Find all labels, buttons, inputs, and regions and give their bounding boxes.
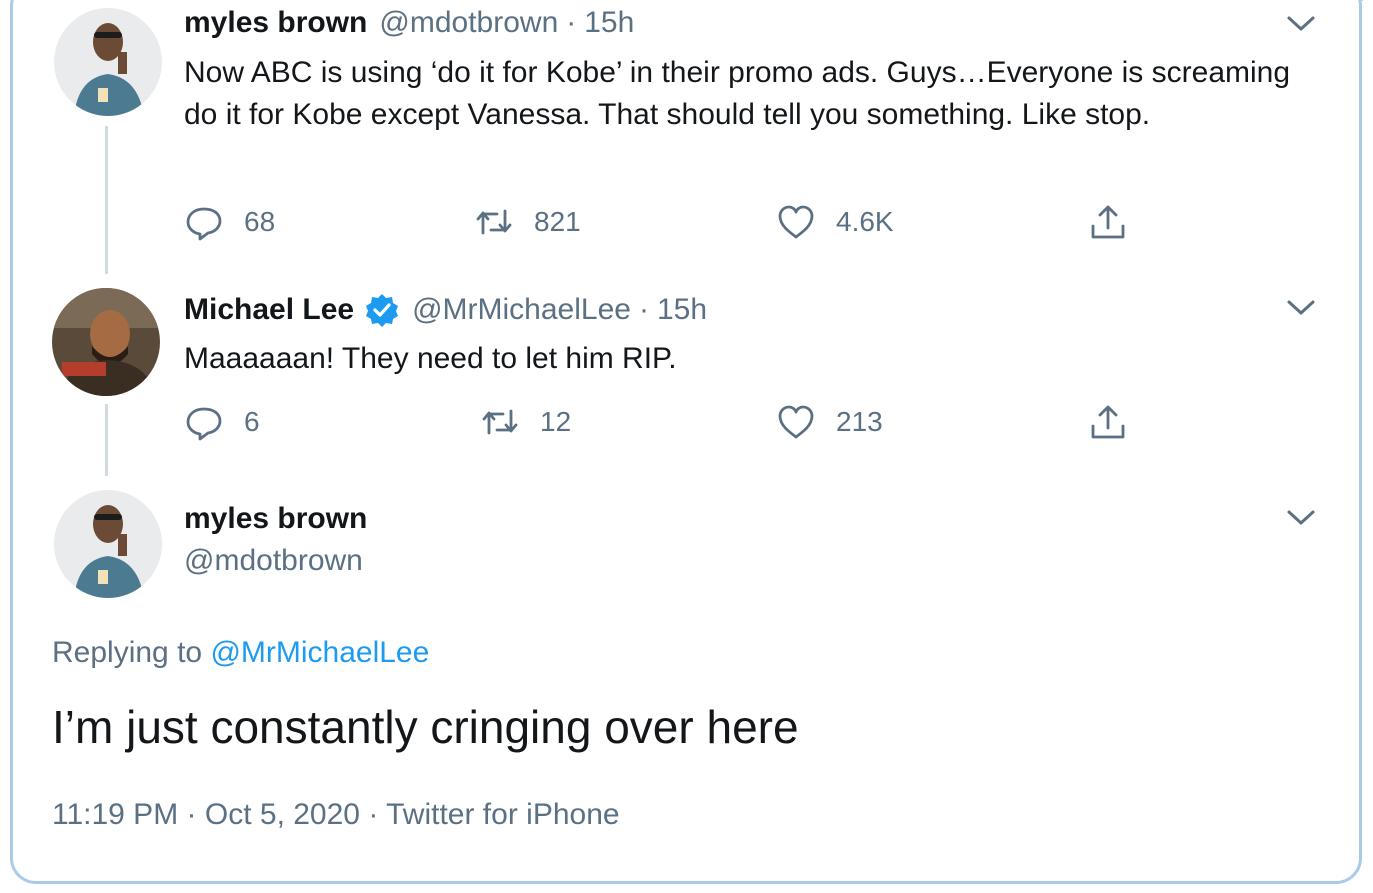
like-button[interactable]: 213 — [776, 402, 883, 442]
tweet-date[interactable]: Oct 5, 2020 — [205, 798, 360, 831]
tweet-time[interactable]: 11:19 PM — [52, 798, 178, 831]
retweet-button[interactable]: 821 — [474, 202, 581, 242]
share-icon — [1091, 205, 1125, 239]
retweet-icon — [476, 209, 512, 235]
main-tweet-author: myles brown — [184, 502, 367, 536]
tweet-source[interactable]: Twitter for iPhone — [386, 798, 619, 831]
retweet-count: 12 — [540, 406, 572, 437]
thread-connector — [105, 126, 108, 274]
share-button[interactable] — [1088, 402, 1128, 442]
chevron-down-icon[interactable] — [1284, 12, 1318, 36]
retweet-count: 821 — [534, 206, 581, 237]
tweet-header: Michael Lee @MrMichaelLee · 15h — [184, 292, 707, 328]
reply-icon — [186, 407, 222, 441]
tweet-actions: 68 821 4.6K — [184, 202, 1144, 242]
display-name[interactable]: myles brown — [184, 502, 367, 536]
verified-badge-icon — [366, 294, 399, 327]
replying-to-label: Replying to — [52, 636, 203, 669]
tweet-text: Maaaaaan! They need to let him RIP. — [184, 342, 677, 375]
share-icon — [1091, 405, 1125, 439]
reply-icon — [186, 207, 222, 241]
separator: · — [368, 798, 379, 831]
chevron-down-icon[interactable] — [1284, 506, 1318, 530]
thread-connector — [105, 404, 108, 476]
like-count: 4.6K — [836, 206, 894, 237]
retweet-button[interactable]: 12 — [480, 402, 571, 442]
user-handle[interactable]: @mdotbrown — [184, 544, 363, 578]
main-tweet-handle-row: @mdotbrown — [184, 544, 363, 578]
tweet-actions: 6 12 213 — [184, 402, 1144, 442]
like-count: 213 — [836, 406, 883, 437]
tweet-text: Now ABC is using ‘do it for Kobe’ in the… — [184, 56, 1291, 131]
like-button[interactable]: 4.6K — [776, 202, 894, 242]
reply-count: 6 — [244, 406, 260, 437]
reply-button[interactable]: 6 — [184, 402, 260, 442]
separator: · — [566, 6, 577, 39]
avatar[interactable] — [52, 288, 160, 396]
share-button[interactable] — [1088, 202, 1128, 242]
user-handle[interactable]: @MrMichaelLee — [412, 293, 631, 327]
reply-count: 68 — [244, 206, 276, 237]
separator: · — [186, 798, 197, 831]
tweet-meta: 11:19 PM · Oct 5, 2020 · Twitter for iPh… — [52, 798, 620, 832]
reply-button[interactable]: 68 — [184, 202, 275, 242]
like-icon — [778, 405, 814, 439]
display-name[interactable]: Michael Lee — [184, 293, 354, 327]
main-tweet-text: I’m just constantly cringing over here — [52, 701, 799, 753]
tweet-header: myles brown @mdotbrown · 15h — [184, 6, 634, 40]
retweet-icon — [482, 409, 518, 435]
user-handle[interactable]: @mdotbrown — [379, 6, 558, 40]
avatar[interactable] — [54, 490, 162, 598]
display-name[interactable]: myles brown — [184, 6, 367, 40]
replying-to: Replying to @MrMichaelLee — [52, 636, 429, 670]
like-icon — [778, 205, 814, 239]
separator: · — [638, 293, 649, 326]
avatar[interactable] — [54, 8, 162, 116]
chevron-down-icon[interactable] — [1284, 296, 1318, 320]
replying-to-handle-link[interactable]: @MrMichaelLee — [210, 636, 429, 669]
timestamp[interactable]: 15h — [584, 6, 634, 40]
timestamp[interactable]: 15h — [657, 293, 707, 327]
